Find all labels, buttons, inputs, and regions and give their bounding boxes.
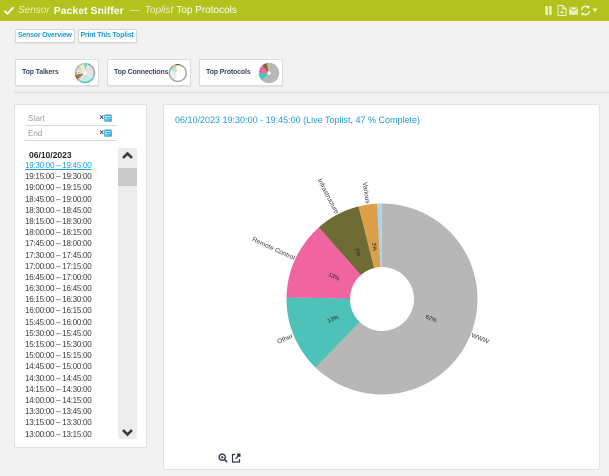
svg-text:Remote Control: Remote Control — [251, 236, 296, 262]
svg-text:Various: Various — [361, 181, 371, 204]
svg-text:WWW: WWW — [470, 332, 491, 346]
svg-text:Other: Other — [276, 333, 295, 346]
svg-text:3%: 3% — [370, 242, 377, 251]
svg-text:Infrastructure: Infrastructure — [316, 178, 340, 216]
